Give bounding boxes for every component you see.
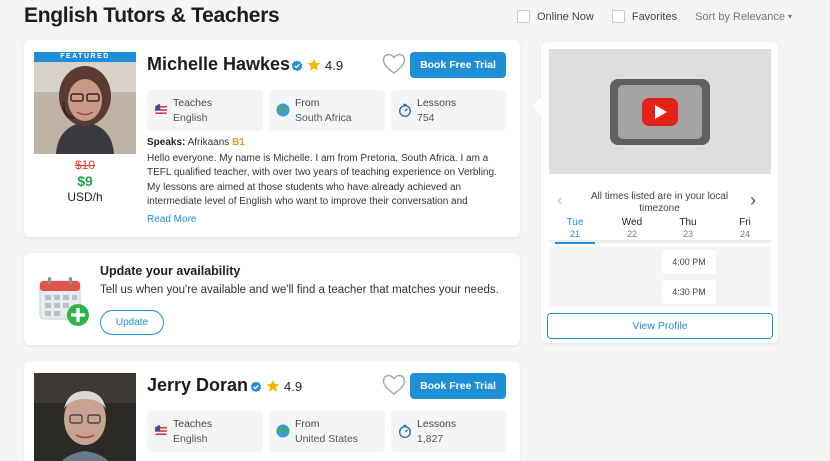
teaches-value: English xyxy=(173,112,208,124)
intro-video[interactable] xyxy=(549,49,771,174)
lessons-label: Lessons xyxy=(417,97,457,109)
availability-description: Tell us when you're available and we'll … xyxy=(100,284,499,296)
schedule-panel: ‹ All times listed are in your local tim… xyxy=(532,42,778,343)
read-more-link[interactable]: Read More xyxy=(147,214,196,225)
book-free-trial-button[interactable]: Book Free Trial xyxy=(410,373,506,399)
stopwatch-icon xyxy=(399,103,411,117)
original-price: $10 xyxy=(74,158,96,172)
lessons-value: 754 xyxy=(417,112,435,124)
chevron-left-icon[interactable]: ‹ xyxy=(557,192,562,210)
verified-icon xyxy=(291,60,303,72)
online-now-label: Online Now xyxy=(536,10,594,23)
favorite-heart-icon[interactable] xyxy=(382,374,406,396)
day-number: 23 xyxy=(682,229,693,239)
day-name: Thu xyxy=(679,217,697,228)
from-value: United States xyxy=(295,433,359,445)
day-tab[interactable]: Fri 24 xyxy=(725,217,765,239)
from-value: South Africa xyxy=(295,112,352,124)
speaks-label: Speaks: xyxy=(147,137,186,148)
tutor-card[interactable]: Jerry Doran 4.9 Book Free Trial Teaches … xyxy=(24,361,520,461)
view-profile-button[interactable]: View Profile xyxy=(547,313,773,339)
language-level: B1 xyxy=(232,137,245,148)
day-name: Wed xyxy=(621,217,643,228)
day-tab[interactable]: Wed 22 xyxy=(612,217,652,239)
from-label: From xyxy=(295,97,320,109)
day-tab[interactable]: Tue 21 xyxy=(555,217,595,244)
sort-label: Sort by Relevance xyxy=(695,10,785,23)
update-availability-button[interactable]: Update xyxy=(100,310,164,335)
tutor-photo[interactable] xyxy=(34,373,136,461)
teaches-label: Teaches xyxy=(173,418,213,430)
featured-badge: FEATURED xyxy=(34,52,136,62)
timezone-note: All times listed are in your local timez… xyxy=(590,191,729,214)
star-icon xyxy=(266,379,280,392)
tutor-portrait-image xyxy=(34,373,136,461)
from-stat: From United States xyxy=(269,411,385,452)
book-free-trial-button[interactable]: Book Free Trial xyxy=(410,52,506,78)
star-icon xyxy=(307,58,321,71)
speaks-row: Speaks: Afrikaans B1 xyxy=(147,137,245,148)
globe-icon xyxy=(276,103,290,117)
time-slot[interactable]: 4:30 PM xyxy=(662,280,716,304)
panel-pointer xyxy=(532,97,550,115)
tutor-name[interactable]: Michelle Hawkes xyxy=(147,54,290,75)
day-name: Fri xyxy=(739,217,751,228)
calendar-add-icon xyxy=(39,277,89,326)
day-number: 21 xyxy=(569,229,580,239)
sort-dropdown[interactable]: Sort by Relevance ▾ xyxy=(695,11,792,23)
discount-price: $9 xyxy=(77,173,93,189)
teaches-stat: Teaches English xyxy=(147,411,263,452)
lessons-stat: Lessons 1,827 xyxy=(391,411,506,452)
verified-icon xyxy=(250,381,262,393)
video-play-icon[interactable] xyxy=(610,79,710,145)
filter-bar: Online Now Favorites Sort by Relevance ▾ xyxy=(516,10,792,23)
us-flag-icon xyxy=(154,103,168,117)
tutor-name[interactable]: Jerry Doran xyxy=(147,375,248,396)
price-block: $10 $9 USD/h xyxy=(34,158,136,204)
from-label: From xyxy=(295,418,320,430)
tutor-photo[interactable]: FEATURED xyxy=(34,52,136,154)
price-unit: USD/h xyxy=(67,190,103,204)
tutor-portrait-image xyxy=(34,52,136,154)
day-number: 22 xyxy=(626,229,637,239)
time-slots: 4:00 PM 4:30 PM xyxy=(549,247,771,307)
stopwatch-icon xyxy=(399,424,411,438)
us-flag-icon xyxy=(154,424,168,438)
chevron-down-icon: ▾ xyxy=(787,12,792,21)
globe-icon xyxy=(276,424,290,438)
lessons-label: Lessons xyxy=(417,418,457,430)
lessons-stat: Lessons 754 xyxy=(391,90,506,131)
tutor-bio: Hello everyone. My name is Michelle. I a… xyxy=(147,153,497,207)
day-name: Tue xyxy=(566,217,584,228)
day-tab[interactable]: Thu 23 xyxy=(668,217,708,239)
online-now-filter[interactable]: Online Now xyxy=(516,10,594,23)
speaks-language: Afrikaans xyxy=(187,137,230,148)
day-number: 24 xyxy=(739,229,750,239)
tutor-card[interactable]: FEATURED $10 $9 USD/h Michelle Hawkes 4.… xyxy=(24,40,520,237)
teaches-value: English xyxy=(173,433,208,445)
lessons-value: 1,827 xyxy=(417,433,444,445)
page-title: English Tutors & Teachers xyxy=(24,4,280,27)
availability-title: Update your availability xyxy=(100,264,241,278)
favorites-checkbox[interactable] xyxy=(611,10,625,23)
time-slot[interactable]: 4:00 PM xyxy=(662,250,716,274)
teaches-label: Teaches xyxy=(173,97,213,109)
online-now-checkbox[interactable] xyxy=(516,10,530,23)
from-stat: From South Africa xyxy=(269,90,385,131)
teaches-stat: Teaches English xyxy=(147,90,263,131)
favorite-heart-icon[interactable] xyxy=(382,53,406,75)
rating-value: 4.9 xyxy=(284,379,303,394)
rating-value: 4.9 xyxy=(325,58,344,73)
chevron-right-icon[interactable]: › xyxy=(750,190,756,211)
favorites-filter[interactable]: Favorites xyxy=(611,10,678,23)
favorites-label: Favorites xyxy=(631,10,678,23)
day-tabs: Tue 21 Wed 22 Thu 23 Fri 24 xyxy=(549,217,771,244)
availability-card: Update your availability Tell us when yo… xyxy=(24,253,520,345)
